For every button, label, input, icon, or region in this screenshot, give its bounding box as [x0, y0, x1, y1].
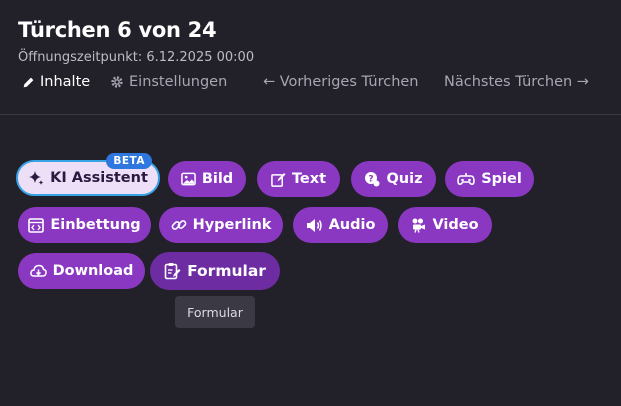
- button-label: Spiel: [481, 171, 522, 187]
- button-label: Einbettung: [50, 217, 141, 233]
- ki-assistent-button[interactable]: KI Assistent BETA: [16, 153, 160, 196]
- button-label: Bild: [201, 171, 234, 187]
- tab-label: Inhalte: [40, 74, 91, 90]
- sparkles-icon: [28, 170, 44, 186]
- einbettung-button[interactable]: Einbettung: [18, 207, 151, 243]
- pencil-icon: [22, 76, 35, 89]
- download-button[interactable]: Download: [18, 253, 145, 289]
- quiz-button[interactable]: ? Quiz: [351, 161, 436, 197]
- button-label: Download: [52, 263, 134, 279]
- video-button[interactable]: Video: [398, 207, 492, 243]
- tooltip: Formular: [175, 296, 255, 328]
- text-button[interactable]: Text: [257, 161, 340, 197]
- next-door-link[interactable]: Nächstes Türchen →: [444, 74, 589, 90]
- previous-door-link[interactable]: ← Vorheriges Türchen: [263, 74, 419, 90]
- button-label: Video: [432, 217, 479, 233]
- video-camera-icon: [411, 217, 426, 233]
- clipboard-icon: [164, 262, 181, 280]
- cloud-download-icon: [29, 264, 47, 278]
- header-divider: [0, 114, 621, 115]
- opening-time: Öffnungszeitpunkt: 6.12.2025 00:00: [18, 50, 255, 65]
- link-icon: [171, 217, 187, 233]
- gamepad-icon: [457, 172, 475, 186]
- image-icon: [181, 172, 196, 186]
- embed-icon: [28, 217, 45, 233]
- tab-bar: Inhalte Einstellungen ← Vorheriges Türch…: [18, 74, 618, 94]
- button-label: Quiz: [386, 171, 423, 187]
- formular-button[interactable]: Formular: [150, 252, 280, 290]
- gear-icon: [110, 75, 124, 89]
- button-label: Hyperlink: [192, 217, 272, 233]
- audio-button[interactable]: Audio: [293, 207, 388, 243]
- button-label: Formular: [187, 262, 266, 280]
- tab-inhalte[interactable]: Inhalte: [22, 74, 90, 90]
- tab-einstellungen[interactable]: Einstellungen: [110, 74, 227, 90]
- page-title: Türchen 6 von 24: [18, 18, 217, 42]
- svg-text:?: ?: [369, 175, 374, 185]
- hyperlink-button[interactable]: Hyperlink: [159, 207, 283, 243]
- beta-badge: BETA: [106, 153, 152, 169]
- spiel-button[interactable]: Spiel: [445, 161, 534, 197]
- button-label: Text: [291, 171, 327, 187]
- tab-label: Einstellungen: [129, 74, 228, 90]
- edit-icon: [271, 172, 286, 187]
- button-label: KI Assistent: [50, 170, 148, 186]
- bild-button[interactable]: Bild: [168, 161, 246, 197]
- quiz-icon: ?: [364, 171, 380, 187]
- button-label: Audio: [328, 217, 376, 233]
- speaker-icon: [306, 218, 323, 233]
